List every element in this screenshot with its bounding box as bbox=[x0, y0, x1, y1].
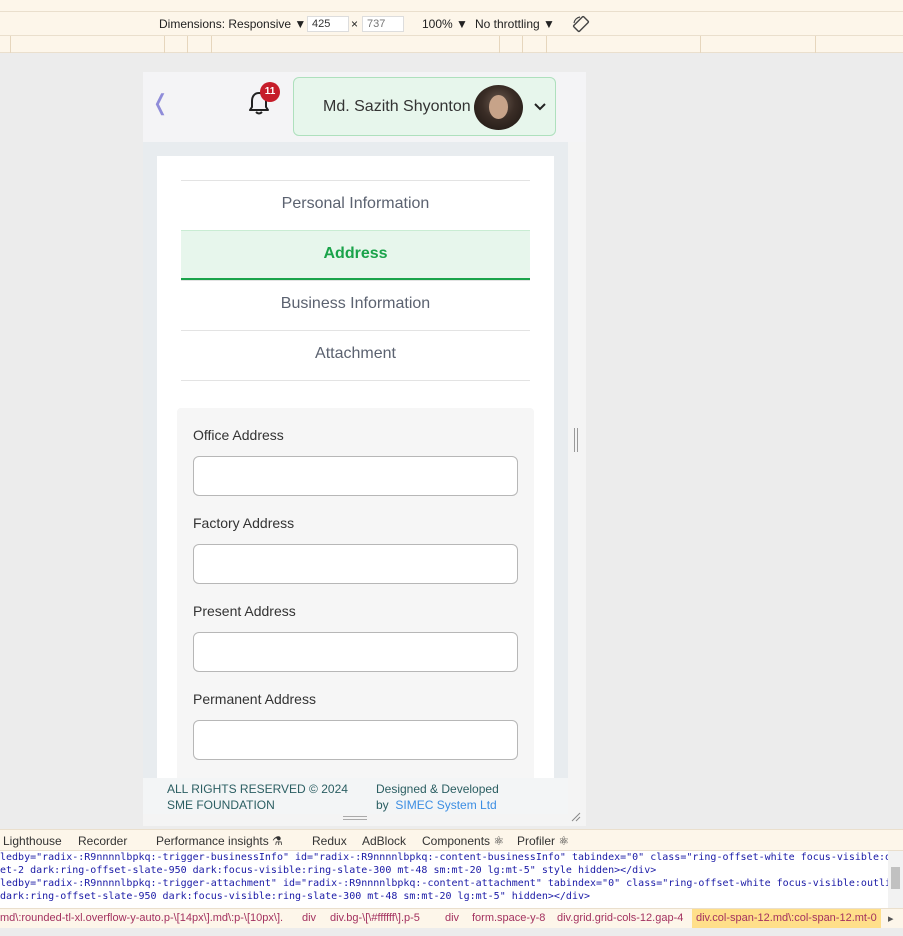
app-header: ❬ 11 Md. Sazith Shyonton bbox=[143, 72, 586, 142]
tab-profiler[interactable]: Profiler ⚛ bbox=[517, 834, 569, 848]
throttling-select[interactable]: No throttling ▼ bbox=[475, 17, 555, 31]
device-viewport: ❬ 11 Md. Sazith Shyonton Personal Inform… bbox=[143, 72, 586, 826]
dom-breadcrumbs: md\:rounded-tl-xl.overflow-y-auto.p-\[14… bbox=[0, 908, 903, 928]
address-form: Office Address Factory Address Present A… bbox=[177, 408, 534, 782]
tab-redux[interactable]: Redux bbox=[312, 834, 347, 848]
code-line[interactable]: dark:ring-offset-slate-950 dark:focus-vi… bbox=[0, 890, 888, 903]
avatar bbox=[474, 85, 523, 130]
width-input[interactable] bbox=[307, 16, 349, 32]
present-address-label: Present Address bbox=[193, 603, 296, 619]
divider bbox=[181, 380, 530, 381]
height-input[interactable] bbox=[362, 16, 404, 32]
code-line[interactable]: ledby="radix-:R9nnnnlbpkq:-trigger-busin… bbox=[0, 851, 888, 864]
dimensions-select[interactable]: Dimensions: Responsive ▼ bbox=[159, 17, 306, 31]
breadcrumb-item[interactable]: div.bg-\[\#ffffff\].p-5 bbox=[330, 912, 420, 924]
breadcrumb-item[interactable]: form.space-y-8 bbox=[472, 912, 545, 924]
office-address-input[interactable] bbox=[193, 456, 518, 496]
user-name: Md. Sazith Shyonton bbox=[323, 98, 471, 115]
office-address-label: Office Address bbox=[193, 427, 284, 443]
zoom-select[interactable]: 100% ▼ bbox=[422, 17, 468, 31]
rotate-icon[interactable] bbox=[572, 15, 590, 36]
permanent-address-label: Permanent Address bbox=[193, 691, 316, 707]
code-line[interactable]: ledby="radix-:R9nnnnlbpkq:-trigger-attac… bbox=[0, 877, 888, 890]
tab-recorder[interactable]: Recorder bbox=[78, 834, 127, 848]
credits: Designed & Developed by SIMEC System Ltd bbox=[376, 781, 499, 813]
company-link[interactable]: SIMEC System Ltd bbox=[395, 798, 496, 812]
credits-line: Designed & Developed bbox=[376, 782, 499, 796]
resize-handle-right[interactable] bbox=[574, 428, 578, 452]
breadcrumb-item[interactable]: div bbox=[445, 912, 459, 924]
tab-attachment[interactable]: Attachment bbox=[181, 330, 530, 380]
permanent-address-input[interactable] bbox=[193, 720, 518, 760]
tab-components[interactable]: Components ⚛ bbox=[422, 834, 504, 848]
chevron-left-icon[interactable]: ❬ bbox=[151, 90, 169, 116]
breadcrumb-item[interactable]: md\:rounded-tl-xl.overflow-y-auto.p-\[14… bbox=[0, 912, 283, 924]
credits-by: by bbox=[376, 798, 389, 812]
form-card: Personal Information Address Business In… bbox=[157, 156, 554, 782]
device-toolbar: Dimensions: Responsive ▼ × 100% ▼ No thr… bbox=[0, 12, 903, 36]
footer: ALL RIGHTS RESERVED © 2024 SME FOUNDATIO… bbox=[143, 778, 568, 814]
code-scrollbar[interactable] bbox=[888, 851, 903, 908]
media-query-ruler bbox=[0, 36, 903, 53]
copyright: ALL RIGHTS RESERVED © 2024 SME FOUNDATIO… bbox=[167, 781, 348, 813]
devtools-top-strip bbox=[0, 0, 903, 12]
tab-personal-information[interactable]: Personal Information bbox=[181, 180, 530, 230]
code-line[interactable]: et-2 dark:ring-offset-slate-950 dark:foc… bbox=[0, 864, 888, 877]
present-address-input[interactable] bbox=[193, 632, 518, 672]
tab-lighthouse[interactable]: Lighthouse bbox=[3, 834, 62, 848]
resize-corner-icon[interactable] bbox=[571, 812, 581, 825]
scrollbar-thumb[interactable] bbox=[891, 867, 900, 889]
breadcrumb-item[interactable]: div bbox=[302, 912, 316, 924]
factory-address-label: Factory Address bbox=[193, 515, 295, 531]
resize-handle-bottom[interactable] bbox=[343, 816, 367, 820]
copyright-line: ALL RIGHTS RESERVED © 2024 bbox=[167, 782, 348, 796]
tab-list: Personal Information Address Business In… bbox=[181, 180, 530, 381]
tab-address[interactable]: Address bbox=[181, 230, 530, 280]
notification-badge: 11 bbox=[260, 82, 280, 102]
scroll-right-icon[interactable]: ▸ bbox=[888, 912, 894, 925]
elements-code-view: ledby="radix-:R9nnnnlbpkq:-trigger-busin… bbox=[0, 851, 888, 908]
organization-name: SME FOUNDATION bbox=[167, 798, 275, 812]
chevron-down-icon bbox=[534, 99, 546, 115]
tab-business-information[interactable]: Business Information bbox=[181, 280, 530, 330]
breadcrumb-item-selected[interactable]: div.col-span-12.md\:col-span-12.mt-0 bbox=[692, 909, 881, 928]
devtools-tab-bar: Lighthouse Recorder Performance insights… bbox=[0, 829, 903, 851]
factory-address-input[interactable] bbox=[193, 544, 518, 584]
tab-adblock[interactable]: AdBlock bbox=[362, 834, 406, 848]
user-menu-button[interactable]: Md. Sazith Shyonton bbox=[293, 77, 556, 136]
times-sign: × bbox=[351, 17, 359, 31]
tab-performance-insights[interactable]: Performance insights ⚗ bbox=[156, 834, 283, 848]
breadcrumb-item[interactable]: div.grid.grid-cols-12.gap-4 bbox=[557, 912, 683, 924]
